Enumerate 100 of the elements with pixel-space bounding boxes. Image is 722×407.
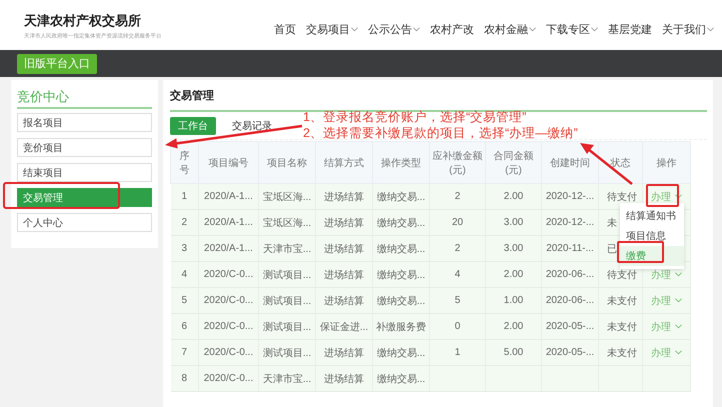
table-cell: 进场结算 (316, 184, 372, 210)
table-cell: 2020/C-0... (198, 314, 258, 340)
table-cell: 2 (430, 184, 486, 210)
table-cell: 进场结算 (316, 236, 372, 262)
table-cell: 缴纳交易... (372, 210, 430, 236)
highlight-box (617, 241, 664, 263)
table-cell: 2020-12-... (542, 210, 598, 236)
table-cell: 进场结算 (316, 288, 372, 314)
sidebar-item[interactable]: 竞价项目 (17, 138, 152, 157)
table-cell: 2020/A-1... (198, 236, 258, 262)
nav-link[interactable]: 关于我们 (662, 22, 706, 36)
highlight-box (646, 184, 679, 207)
arrow (580, 143, 633, 185)
nav-link[interactable]: 交易项目 (306, 22, 350, 36)
table-cell: 2020-06-... (542, 262, 598, 288)
table-cell: 2 (170, 210, 198, 236)
chevron-icon (675, 298, 682, 303)
chevron-icon (675, 194, 682, 199)
chevron-icon (675, 272, 682, 277)
table-cell: 2.00 (486, 184, 542, 210)
menu-item[interactable]: 结算通知书 (620, 206, 684, 226)
menu-item[interactable]: 项目信息 (620, 226, 684, 246)
table-cell: 3.00 (486, 236, 542, 262)
column-header: 项目名称 (258, 142, 316, 184)
table-cell: 进场结算 (316, 262, 372, 288)
table-cell: 4 (430, 262, 486, 288)
column-header: 状态 (598, 142, 642, 184)
table-cell: 2020/C-0... (198, 288, 258, 314)
table-cell: 3.00 (486, 210, 542, 236)
table-cell: 5 (430, 288, 486, 314)
table-cell: 未支付 (598, 340, 642, 366)
table-cell: 4 (170, 262, 198, 288)
table-cell: 缴纳交易... (372, 288, 430, 314)
table-cell: 宝坻区海... (258, 210, 316, 236)
table-cell: 测试项目... (258, 288, 316, 314)
panel-title: 交易管理 (170, 86, 707, 112)
table-cell: 2020-11-... (542, 236, 598, 262)
table-cell: 2020-12-... (542, 184, 598, 210)
sidebar-item[interactable]: 结束项目 (17, 163, 152, 182)
column-header: 创建时间 (542, 142, 598, 184)
table-cell: 缴纳交易... (372, 340, 430, 366)
table-cell: 测试项目... (258, 262, 316, 288)
nav-link[interactable]: 公示公告 (368, 22, 412, 36)
table-cell: 缴纳交易... (372, 262, 430, 288)
table-cell: 缴纳交易... (372, 184, 430, 210)
column-header: 操作类型 (372, 142, 430, 184)
table-cell: 测试项目... (258, 340, 316, 366)
nav-link[interactable]: 首页 (274, 22, 296, 36)
column-header: 合同金额(元) (486, 142, 542, 184)
annotation-text: 1、登录报名竞价账户，选择“交易管理” (303, 109, 528, 125)
table-cell: 2020/C-0... (198, 366, 258, 392)
table-cell: 2020/C-0... (198, 340, 258, 366)
table-cell: 2.00 (486, 262, 542, 288)
table-cell: 2020-05-... (542, 314, 598, 340)
table-cell: 缴纳交易... (372, 366, 430, 392)
table-cell: 2.00 (486, 314, 542, 340)
column-header: 结算方式 (316, 142, 372, 184)
table-cell: 2 (430, 236, 486, 262)
nav-link[interactable]: 农村金融 (484, 22, 528, 36)
table-cell: 1.00 (486, 288, 542, 314)
column-header: 项目编号 (198, 142, 258, 184)
table-cell: 1 (170, 184, 198, 210)
chevron-icon (675, 324, 682, 329)
table-cell: 5 (170, 288, 198, 314)
nav-link[interactable]: 农村产改 (430, 22, 474, 36)
table-cell: 1 (430, 340, 486, 366)
table-cell: 测试项目... (258, 314, 316, 340)
site-title: 天津农村产权交易所 (24, 12, 142, 30)
table-cell: 天津市宝... (258, 366, 316, 392)
table-cell: 2020-06-... (542, 288, 598, 314)
table-cell: 宝坻区海... (258, 184, 316, 210)
table-cell: 未支付 (598, 314, 642, 340)
table-cell: 进场结算 (316, 340, 372, 366)
table-cell: 补缴服务费 (372, 314, 430, 340)
table-cell: 未支付 (598, 288, 642, 314)
chevron-icon (675, 350, 682, 355)
table-cell: 8 (170, 366, 198, 392)
table-cell: 保证金进... (316, 314, 372, 340)
table-cell: 6 (170, 314, 198, 340)
table-cell: 5.00 (486, 340, 542, 366)
sidebar-item[interactable]: 个人中心 (17, 213, 152, 232)
column-header: 应补缴金额(元) (430, 142, 486, 184)
sidebar-item[interactable]: 报名项目 (17, 113, 152, 132)
table-cell: 7 (170, 340, 198, 366)
table-cell: 2020/A-1... (198, 184, 258, 210)
table-cell: 缴纳交易... (372, 236, 430, 262)
table-cell: 2020/A-1... (198, 210, 258, 236)
column-header: 序号 (170, 142, 198, 184)
table-cell: 2020-05-... (542, 340, 598, 366)
table-cell: 进场结算 (316, 366, 372, 392)
table-cell: 进场结算 (316, 210, 372, 236)
annotation-text: 2、选择需要补缴尾款的项目，选择“办理—缴纳” (303, 125, 578, 141)
table-cell: 0 (430, 314, 486, 340)
table-cell: 2020/C-0... (198, 262, 258, 288)
table-cell: 20 (430, 210, 486, 236)
sidebar-title: 竞价中心 (17, 86, 152, 109)
nav-link[interactable]: 下载专区 (546, 22, 590, 36)
nav-link[interactable]: 基层党建 (608, 22, 652, 36)
table-cell: 天津市宝... (258, 236, 316, 262)
table-cell: 3 (170, 236, 198, 262)
